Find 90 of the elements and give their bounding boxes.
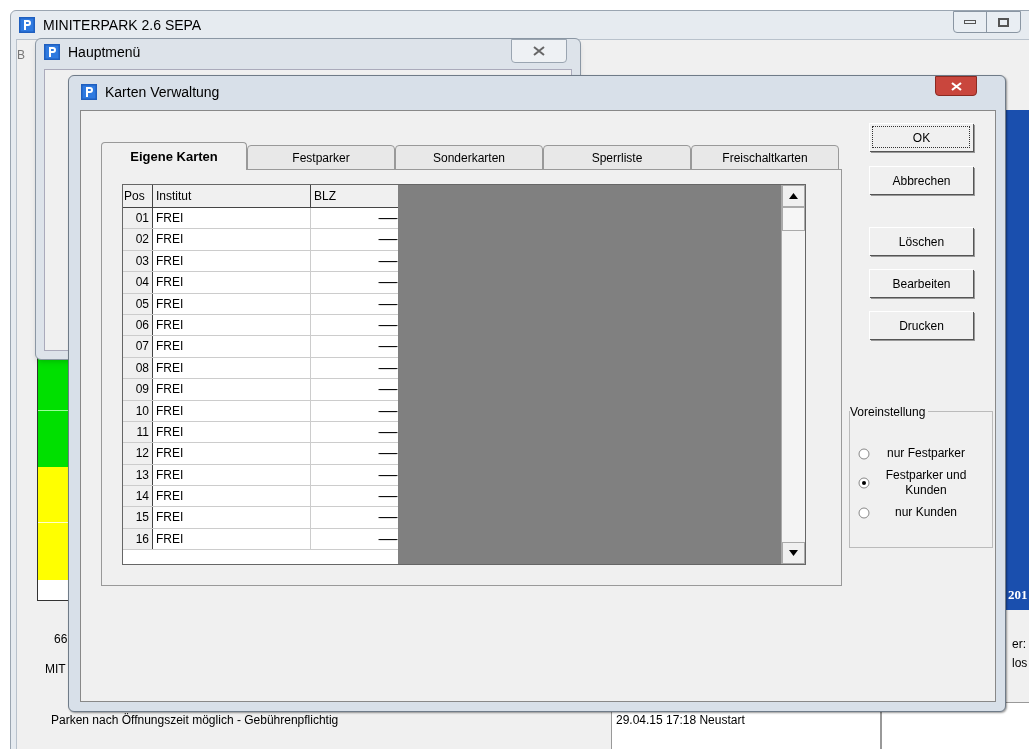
- table-cell: FREI: [153, 507, 311, 528]
- table-cell-text: ---------: [377, 210, 398, 227]
- window-title: MINITERPARK 2.6 SEPA: [43, 15, 202, 35]
- table-cell-text: ---------: [377, 402, 398, 420]
- tab[interactable]: Sonderkarten: [395, 145, 543, 170]
- row-header: 06: [123, 314, 153, 336]
- table-cell-text: ---------: [377, 466, 398, 484]
- table-cell: FREI: [153, 208, 311, 229]
- radio-icon: [858, 506, 870, 519]
- status-message: Parken nach Öffnungszeit möglich - Gebührenpflichtig: [51, 712, 339, 729]
- table-cell-text: ---------: [377, 316, 398, 334]
- tab-label[interactable]: B: [17, 46, 25, 64]
- row-header: 08: [123, 357, 153, 379]
- meter-value: 66: [54, 631, 68, 648]
- table-cell-text: ---------: [377, 530, 398, 548]
- parking-icon: [19, 17, 35, 33]
- table-cell: FREI: [153, 443, 311, 464]
- dialog-button[interactable]: Löschen: [869, 227, 973, 255]
- label-text: er:: [1012, 636, 1026, 653]
- table-cell: FREI: [153, 336, 311, 357]
- table-cell-text: ---------: [377, 381, 398, 399]
- table-cell-text: ---------: [377, 445, 398, 463]
- column-header: BLZ: [313, 188, 337, 205]
- column-header: Institut: [153, 185, 311, 207]
- table-cell: FREI: [153, 464, 311, 486]
- table-cell-text: ---------: [377, 338, 398, 356]
- tab[interactable]: Sperrliste: [543, 145, 691, 170]
- radio-icon: [858, 477, 870, 489]
- table-cell: FREI: [153, 229, 311, 250]
- dialog-button[interactable]: OK: [869, 123, 973, 151]
- parking-icon: [44, 44, 60, 60]
- close-button[interactable]: [935, 76, 977, 96]
- window-title: Hauptmenü: [68, 42, 141, 62]
- tab[interactable]: Freischaltkarten: [691, 145, 839, 170]
- row-header: 16: [123, 528, 153, 550]
- label-text: los: [1012, 655, 1028, 672]
- table-cell: FREI: [153, 272, 311, 293]
- table-cell: FREI: [153, 357, 311, 379]
- table-cell: FREI: [153, 379, 311, 400]
- tab[interactable]: Eigene Karten: [101, 142, 247, 170]
- dialog-button[interactable]: Drucken: [869, 311, 973, 339]
- table-cell: FREI: [153, 250, 311, 272]
- close-icon: [950, 81, 962, 91]
- close-button[interactable]: [511, 39, 567, 63]
- scroll-up-button[interactable]: [782, 185, 805, 207]
- radio-option[interactable]: Festparker und Kunden: [858, 468, 992, 498]
- row-header: 07: [123, 336, 153, 357]
- tab[interactable]: Festparker: [247, 145, 395, 170]
- row-header: 13: [123, 464, 153, 486]
- table-cell: FREI: [153, 421, 311, 443]
- table-cell-text: ---------: [377, 295, 398, 313]
- scroll-thumb[interactable]: [782, 207, 805, 231]
- row-header: 04: [123, 272, 153, 293]
- column-header: Pos: [123, 185, 153, 207]
- parking-icon: [81, 84, 97, 100]
- row-header: 10: [123, 400, 153, 421]
- row-header: 11: [123, 421, 153, 443]
- table-cell: FREI: [153, 293, 311, 314]
- panel-text: 201: [1007, 585, 1028, 604]
- table-cell-text: ---------: [377, 274, 398, 292]
- up-arrow-icon: [789, 193, 798, 199]
- row-header: 02: [123, 229, 153, 250]
- label-text: MIT: [45, 661, 66, 678]
- window-title: Karten Verwaltung: [105, 82, 220, 102]
- radio-option[interactable]: nur Festparker: [858, 446, 992, 461]
- row-header: 15: [123, 507, 153, 528]
- dialog-button[interactable]: Abbrechen: [869, 166, 973, 194]
- dialog-button[interactable]: Bearbeiten: [869, 269, 973, 297]
- radio-option[interactable]: nur Kunden: [858, 505, 992, 520]
- row-header: 14: [123, 486, 153, 507]
- table-cell-text: ---------: [377, 252, 398, 270]
- log-entry: 29.04.15 17:18 Neustart: [616, 713, 745, 727]
- table-cell-text: ---------: [377, 423, 398, 441]
- table-cell: FREI: [153, 314, 311, 336]
- close-icon: [533, 46, 545, 56]
- table-cell: FREI: [153, 528, 311, 550]
- radio-icon: [858, 447, 870, 460]
- table-cell: FREI: [153, 486, 311, 507]
- table-cell-text: ---------: [377, 359, 398, 377]
- row-header: 03: [123, 250, 153, 272]
- table-cell: FREI: [153, 400, 311, 421]
- down-arrow-icon: [789, 550, 798, 556]
- table-cell-text: ---------: [377, 488, 398, 506]
- row-header: 12: [123, 443, 153, 464]
- table-cell-text: ---------: [377, 231, 398, 249]
- row-header: 01: [123, 208, 153, 229]
- row-header: 05: [123, 293, 153, 314]
- scroll-down-button[interactable]: [782, 542, 805, 564]
- table-cell-text: ---------: [377, 509, 398, 527]
- row-header: 09: [123, 379, 153, 400]
